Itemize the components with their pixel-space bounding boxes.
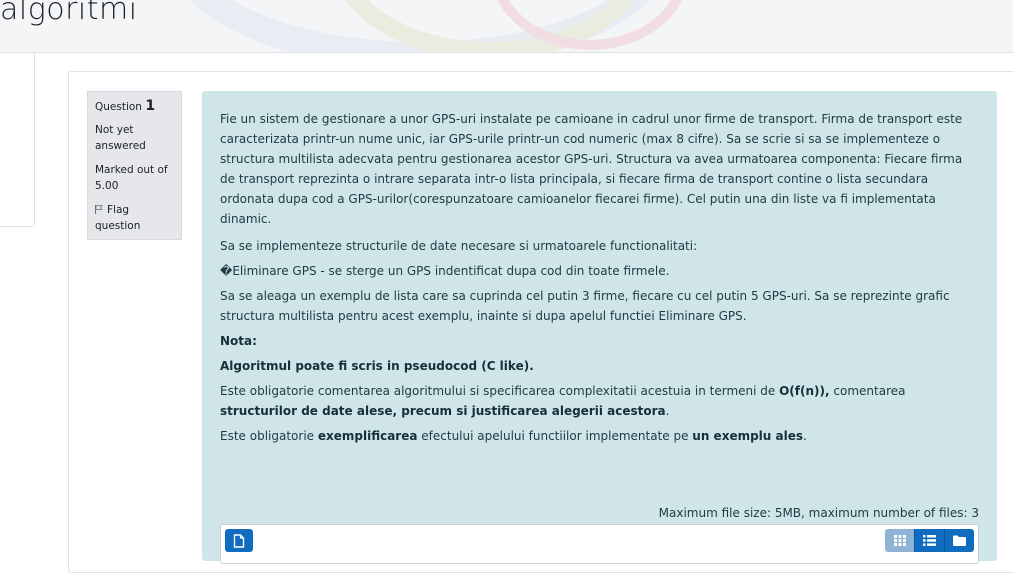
add-file-button[interactable] [225, 529, 253, 552]
file-manager [220, 524, 979, 564]
text-span: . [803, 429, 807, 443]
algorithm-note: Algoritmul poate fi scris in pseudocod (… [220, 359, 534, 373]
page-title: algoritmi [0, 0, 138, 27]
text-span: Este obligatorie comentarea algoritmului… [220, 384, 780, 398]
folder-view-button[interactable] [944, 529, 974, 552]
question-paragraph: �Eliminare GPS - se sterge un GPS indent… [220, 264, 670, 278]
question-number: Question 1 [95, 98, 174, 114]
question-grade: Marked out of 5.00 [95, 164, 168, 192]
question-paragraph: Este obligatorie comentarea algoritmului… [220, 381, 979, 421]
list-view-icon [923, 535, 936, 546]
question-paragraph: Fie un sistem de gestionare a unor GPS-u… [220, 112, 963, 226]
grid-view-icon [893, 535, 906, 546]
question-bullet-text: Eliminare GPS - se sterge un GPS indenti… [232, 264, 670, 278]
emphasis-text: structurilor de date alese, precum si ju… [220, 404, 666, 418]
question-number-value: 1 [145, 98, 156, 114]
question-paragraph: Algoritmul poate fi scris in pseudocod (… [220, 356, 979, 376]
text-span: comentarea [829, 384, 906, 398]
file-icon [233, 533, 245, 548]
emphasis-text: un exemplu ales [692, 429, 803, 443]
page-header-banner: algoritmi [0, 0, 1013, 52]
folder-view-icon [953, 535, 966, 546]
emphasis-text: exemplificarea [317, 429, 418, 443]
grid-view-button[interactable] [885, 529, 914, 552]
flag-question-link[interactable]: Flag question [95, 202, 174, 234]
text-span: Este obligatorie [220, 429, 318, 443]
question-state: Not yet answered [95, 124, 146, 152]
question-paragraph: Nota: [220, 331, 979, 351]
question-info-box: Question 1 Not yet answered Marked out o… [87, 91, 182, 240]
text-span: . [665, 404, 670, 418]
header-divider [0, 52, 1013, 53]
list-view-button[interactable] [914, 529, 944, 552]
view-toggle-group [885, 529, 974, 552]
left-drawer-panel [0, 52, 35, 227]
question-paragraph: Sa se aleaga un exemplu de lista care sa… [220, 289, 950, 323]
question-paragraph: Sa se implementeze structurile de date n… [220, 239, 698, 253]
question-label: Question [95, 101, 142, 113]
question-paragraph: Este obligatorie exemplificarea efectulu… [220, 426, 979, 446]
max-file-size-text: Maximum file size: 5MB, maximum number o… [658, 506, 979, 520]
complexity-notation: O(f(n)), [779, 384, 830, 398]
nota-heading: Nota: [220, 334, 257, 348]
text-span: efectului apelului functiilor implementa… [417, 429, 693, 443]
question-text-panel: Fie un sistem de gestionare a unor GPS-u… [202, 91, 997, 564]
flag-icon [95, 205, 103, 214]
